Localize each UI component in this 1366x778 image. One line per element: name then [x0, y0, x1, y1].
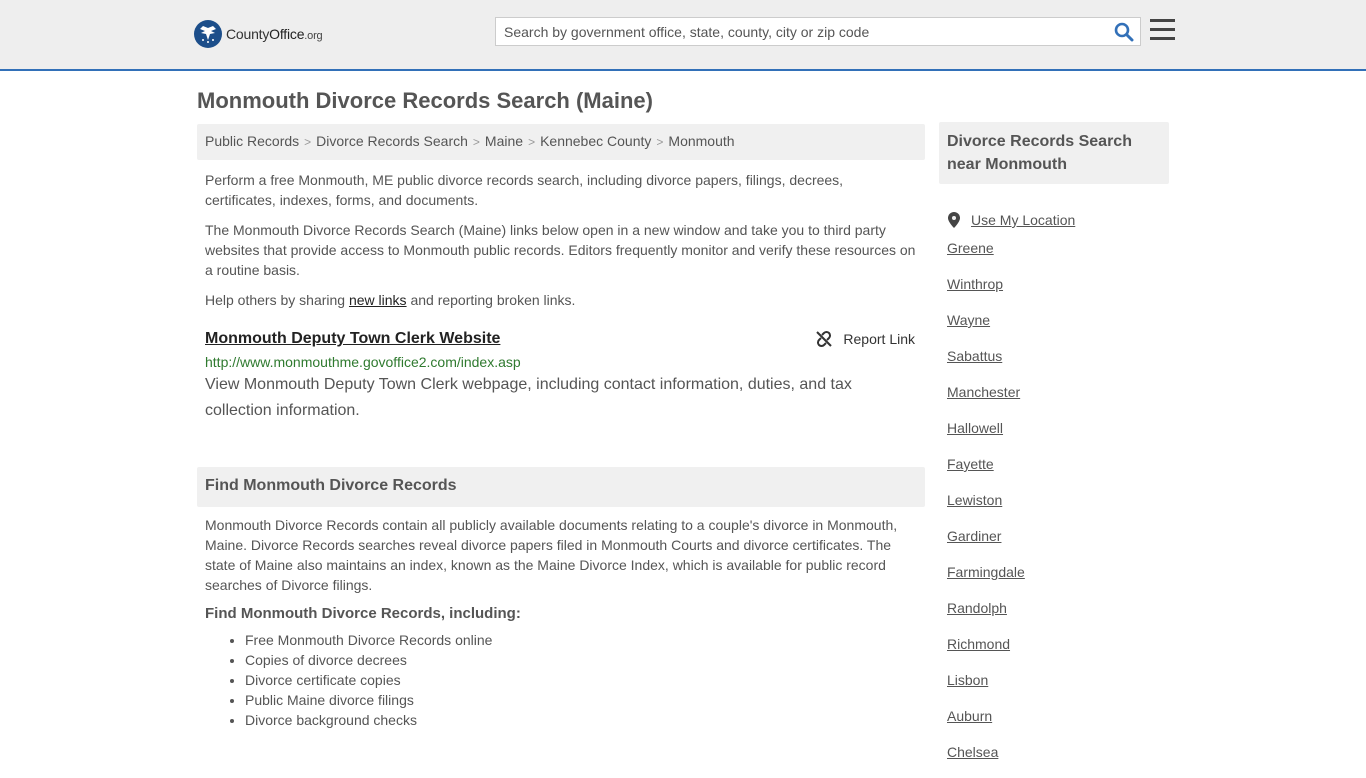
new-links-link[interactable]: new links	[349, 292, 407, 308]
share-text-after: and reporting broken links.	[406, 292, 576, 308]
sidebar-item-wayne[interactable]: Wayne	[947, 310, 1169, 346]
breadcrumb-maine[interactable]: Maine	[485, 133, 523, 149]
sidebar-item-farmingdale[interactable]: Farmingdale	[947, 562, 1169, 598]
list-item: Public Maine divorce filings	[245, 690, 925, 710]
breadcrumb-monmouth[interactable]: Monmouth	[668, 133, 734, 149]
share-paragraph: Help others by sharing new links and rep…	[197, 290, 925, 310]
find-list: Free Monmouth Divorce Records online Cop…	[197, 630, 925, 730]
site-logo[interactable]: CountyOffice.org	[194, 20, 323, 48]
sidebar-item-fayette[interactable]: Fayette	[947, 454, 1169, 490]
search-input[interactable]	[496, 18, 1106, 45]
find-section-subheading: Find Monmouth Divorce Records, including…	[205, 605, 521, 622]
sidebar-item-greene[interactable]: Greene	[947, 238, 1169, 274]
find-section-heading: Find Monmouth Divorce Records	[197, 467, 925, 507]
sidebar-item-gardiner[interactable]: Gardiner	[947, 526, 1169, 562]
sidebar-item-sabattus[interactable]: Sabattus	[947, 346, 1169, 382]
sidebar-item-richmond[interactable]: Richmond	[947, 634, 1169, 670]
search-icon[interactable]	[1114, 22, 1134, 42]
logo-text: CountyOffice.org	[226, 26, 323, 42]
sidebar-item-manchester[interactable]: Manchester	[947, 382, 1169, 418]
sidebar-item-winthrop[interactable]: Winthrop	[947, 274, 1169, 310]
list-item: Free Monmouth Divorce Records online	[245, 630, 925, 650]
logo-tld: .org	[304, 30, 323, 42]
chevron-right-icon: >	[472, 135, 480, 149]
breadcrumb-public-records[interactable]: Public Records	[205, 133, 299, 149]
sidebar-item-lisbon[interactable]: Lisbon	[947, 670, 1169, 706]
location-pin-icon	[948, 212, 960, 228]
breadcrumb: Public Records > Divorce Records Search > Ma…	[197, 124, 925, 160]
use-my-location-label: Use My Location	[971, 212, 1076, 228]
breadcrumb-divorce-records-search[interactable]: Divorce Records Search	[316, 133, 468, 149]
list-item: Copies of divorce decrees	[245, 650, 925, 670]
listing-title-link[interactable]: Monmouth Deputy Town Clerk Website	[205, 330, 500, 347]
sidebar-item-randolph[interactable]: Randolph	[947, 598, 1169, 634]
chevron-right-icon: >	[304, 135, 312, 149]
list-item: Divorce background checks	[245, 710, 925, 730]
site-header: CountyOffice.org	[0, 0, 1366, 71]
breadcrumb-kennebec-county[interactable]: Kennebec County	[540, 133, 651, 149]
intro-paragraph: Perform a free Monmouth, ME public divor…	[205, 172, 844, 208]
share-text-before: Help others by sharing	[205, 292, 349, 308]
chevron-right-icon: >	[528, 135, 536, 149]
sidebar-item-auburn[interactable]: Auburn	[947, 706, 1169, 742]
search-box	[495, 17, 1141, 46]
nearby-list: Use My Location Greene Winthrop Wayne Sa…	[939, 202, 1169, 778]
listing-url: http://www.monmouthme.govoffice2.com/ind…	[205, 354, 521, 370]
broken-link-icon	[816, 330, 833, 348]
logo-name-part1: County	[226, 26, 270, 42]
main-content: Public Records > Divorce Records Search > Ma…	[197, 124, 925, 730]
hamburger-menu-icon[interactable]	[1150, 19, 1175, 41]
list-item: Divorce certificate copies	[245, 670, 925, 690]
use-my-location-link[interactable]: Use My Location	[947, 202, 1169, 238]
eagle-icon	[194, 20, 222, 48]
listing-description: View Monmouth Deputy Town Clerk webpage,…	[205, 376, 852, 419]
sidebar-item-lewiston[interactable]: Lewiston	[947, 490, 1169, 526]
chevron-right-icon: >	[656, 135, 664, 149]
report-link-label: Report Link	[843, 331, 915, 347]
disclaimer-paragraph: The Monmouth Divorce Records Search (Mai…	[205, 222, 916, 278]
sidebar-heading: Divorce Records Search near Monmouth	[939, 122, 1169, 184]
find-section-body: Monmouth Divorce Records contain all pub…	[205, 517, 898, 593]
sidebar-item-chelsea[interactable]: Chelsea	[947, 742, 1169, 778]
page-title: Monmouth Divorce Records Search (Maine)	[197, 88, 653, 113]
logo-name-part2: Office	[269, 26, 305, 42]
listing-item: Monmouth Deputy Town Clerk Website Repor…	[197, 330, 925, 424]
sidebar: Divorce Records Search near Monmouth Use…	[939, 122, 1169, 778]
sidebar-item-hallowell[interactable]: Hallowell	[947, 418, 1169, 454]
report-link-button[interactable]: Report Link	[815, 330, 915, 348]
